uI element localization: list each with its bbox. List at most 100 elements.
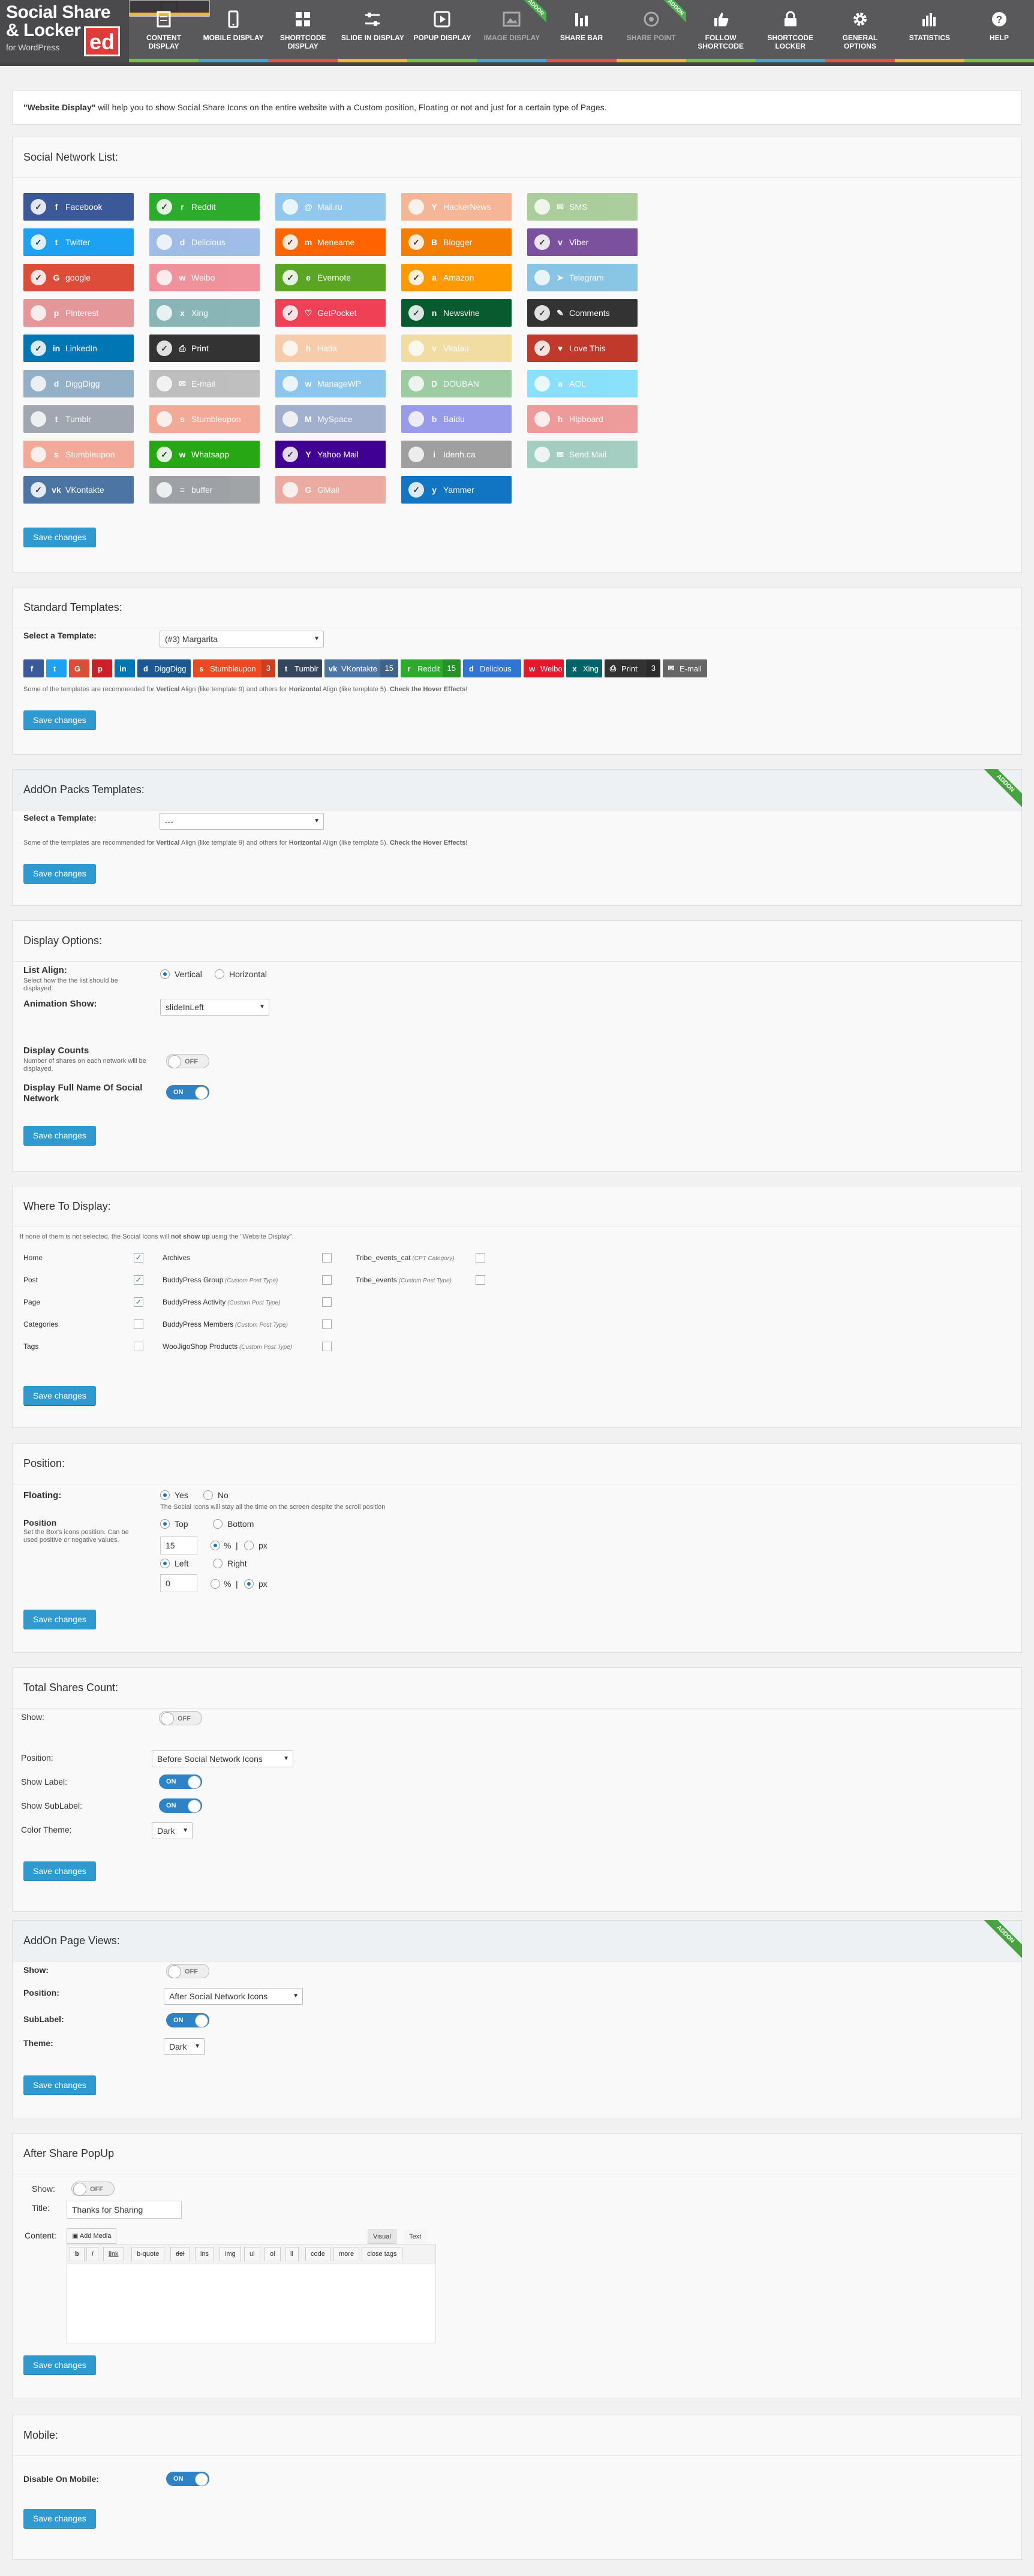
pageviews-theme-select[interactable]: Dark ▼ <box>164 2038 205 2055</box>
save-button[interactable]: Save changes <box>23 1610 96 1629</box>
save-button[interactable]: Save changes <box>23 2509 96 2528</box>
vertical-radio[interactable] <box>160 969 170 979</box>
network-tile[interactable]: ✓ ♡ GetPocket <box>275 299 386 327</box>
quicktag-button[interactable]: link <box>103 2247 124 2261</box>
total-position-select[interactable]: Before Social Network Icons ▼ <box>152 1751 293 1767</box>
network-tile[interactable]: ✓ ✎ Comments <box>527 299 638 327</box>
save-button[interactable]: Save changes <box>23 864 96 883</box>
template-select[interactable]: (#3) Margarita ▼ <box>160 631 324 647</box>
right-radio[interactable] <box>213 1559 223 1568</box>
where-checkbox[interactable] <box>322 1253 332 1263</box>
top-radio[interactable] <box>160 1519 170 1529</box>
save-button[interactable]: Save changes <box>23 1386 96 1405</box>
top-unit-px-radio[interactable] <box>244 1541 254 1550</box>
network-tile[interactable]: ≡ buffer <box>149 476 260 504</box>
quicktag-button[interactable]: close tags <box>362 2247 402 2261</box>
network-tile[interactable]: G GMail <box>275 476 386 504</box>
network-tile[interactable]: ✓ a Amazon <box>401 264 512 291</box>
pageviews-position-select[interactable]: After Social Network Icons ▼ <box>164 1988 303 2005</box>
where-checkbox[interactable] <box>476 1253 485 1263</box>
network-tile[interactable]: d Delicious <box>149 228 260 256</box>
where-checkbox[interactable] <box>322 1297 332 1307</box>
nav-item-content-display[interactable]: Content Display <box>129 0 199 62</box>
addon-template-select[interactable]: --- ▼ <box>160 813 324 830</box>
network-tile[interactable]: ✓ w Whatsapp <box>149 441 260 468</box>
quicktag-button[interactable]: code <box>305 2247 330 2261</box>
where-checkbox[interactable] <box>134 1342 143 1351</box>
nav-item-follow-shortcode[interactable]: Follow Shortcode <box>686 0 756 62</box>
quicktag-button[interactable]: img <box>220 2247 241 2261</box>
save-button[interactable]: Save changes <box>23 1861 96 1881</box>
network-tile[interactable]: ✓ f Facebook <box>23 193 134 221</box>
left-unit-percent-radio[interactable] <box>211 1579 220 1589</box>
save-button[interactable]: Save changes <box>23 2075 96 2095</box>
where-checkbox[interactable] <box>322 1275 332 1285</box>
top-offset-input[interactable]: 15 <box>160 1536 197 1554</box>
nav-item-shortcode-locker[interactable]: Shortcode Locker <box>755 0 825 62</box>
network-tile[interactable]: ✓ t Twitter <box>23 228 134 256</box>
network-tile[interactable]: w Weibo <box>149 264 260 291</box>
network-tile[interactable]: i Idenh.ca <box>401 441 512 468</box>
nav-item-statistics[interactable]: Statistics <box>894 0 964 62</box>
network-tile[interactable]: ✓ n Newsvine <box>401 299 512 327</box>
network-tile[interactable]: t Tumblr <box>23 405 134 433</box>
quicktag-button[interactable]: more <box>333 2247 360 2261</box>
network-tile[interactable]: ✓ Y Yahoo Mail <box>275 441 386 468</box>
network-tile[interactable]: M MySpace <box>275 405 386 433</box>
where-checkbox[interactable]: ✓ <box>134 1297 143 1307</box>
network-tile[interactable]: p Pinterest <box>23 299 134 327</box>
network-tile[interactable]: h Hipboard <box>527 405 638 433</box>
quicktag-button[interactable]: i <box>86 2247 99 2261</box>
quicktag-button[interactable]: ul <box>244 2247 260 2261</box>
left-unit-px-radio[interactable] <box>244 1579 254 1589</box>
pageviews-show-toggle[interactable]: OFF <box>166 1964 209 1978</box>
quicktag-button[interactable]: b-quote <box>131 2247 165 2261</box>
network-tile[interactable]: d DiggDigg <box>23 370 134 397</box>
network-tile[interactable]: ✓ ⎙ Print <box>149 335 260 362</box>
network-tile[interactable]: @ Mail.ru <box>275 193 386 221</box>
popup-show-toggle[interactable]: OFF <box>71 2182 115 2196</box>
network-tile[interactable]: ➤ Telegram <box>527 264 638 291</box>
where-checkbox[interactable] <box>322 1319 332 1329</box>
pageviews-sublabel-toggle[interactable]: ON <box>166 2013 209 2027</box>
nav-item-image-display[interactable]: Image Display ADDON <box>477 0 547 62</box>
network-tile[interactable]: ✓ in LinkedIn <box>23 335 134 362</box>
nav-item-share-bar[interactable]: Share Bar <box>546 0 617 62</box>
total-sublabel-toggle[interactable]: ON <box>159 1798 202 1813</box>
fullname-toggle[interactable]: ON <box>166 1085 209 1099</box>
nav-item-slide-in-display[interactable]: Slide In Display <box>338 0 408 62</box>
network-tile[interactable]: h Hatla <box>275 335 386 362</box>
network-tile[interactable]: ✓ e Evernote <box>275 264 386 291</box>
network-tile[interactable]: ✓ r Reddit <box>149 193 260 221</box>
floating-no-radio[interactable] <box>203 1490 213 1500</box>
left-radio[interactable] <box>160 1559 170 1568</box>
quicktag-button[interactable]: del <box>170 2247 190 2261</box>
total-theme-select[interactable]: Dark ▼ <box>152 1822 193 1839</box>
network-tile[interactable]: ✓ y Yammer <box>401 476 512 504</box>
horizontal-radio[interactable] <box>215 969 224 979</box>
left-offset-input[interactable]: 0 <box>160 1574 197 1592</box>
quicktag-button[interactable]: li <box>285 2247 299 2261</box>
nav-item-general-options[interactable]: General Options <box>825 0 895 62</box>
network-tile[interactable]: ✓ Ggoogle <box>23 264 134 291</box>
where-checkbox[interactable] <box>476 1275 485 1285</box>
network-tile[interactable]: v Vkalau <box>401 335 512 362</box>
network-tile[interactable]: ✉ SMS <box>527 193 638 221</box>
nav-item-help[interactable]: ? Help <box>964 0 1034 62</box>
save-button[interactable]: Save changes <box>23 528 96 547</box>
nav-item-shortcode-display[interactable]: Shortcode Display <box>268 0 338 62</box>
quicktag-button[interactable]: ol <box>264 2247 281 2261</box>
popup-title-input[interactable]: Thanks for Sharing <box>67 2201 182 2219</box>
total-show-toggle[interactable]: OFF <box>159 1711 202 1725</box>
nav-item-popup-display[interactable]: Popup Display <box>407 0 477 62</box>
network-tile[interactable]: ✓ B Blogger <box>401 228 512 256</box>
bottom-radio[interactable] <box>213 1519 223 1529</box>
floating-yes-radio[interactable] <box>160 1490 170 1500</box>
network-tile[interactable]: ✉ E-mail <box>149 370 260 397</box>
add-media-button[interactable]: ▣ Add Media <box>67 2228 117 2244</box>
network-tile[interactable]: a AOL <box>527 370 638 397</box>
network-tile[interactable]: b Baidu <box>401 405 512 433</box>
quicktag-button[interactable]: ins <box>195 2247 215 2261</box>
network-tile[interactable]: s Stumbleupon <box>23 441 134 468</box>
network-tile[interactable]: s Stumbleupon <box>149 405 260 433</box>
